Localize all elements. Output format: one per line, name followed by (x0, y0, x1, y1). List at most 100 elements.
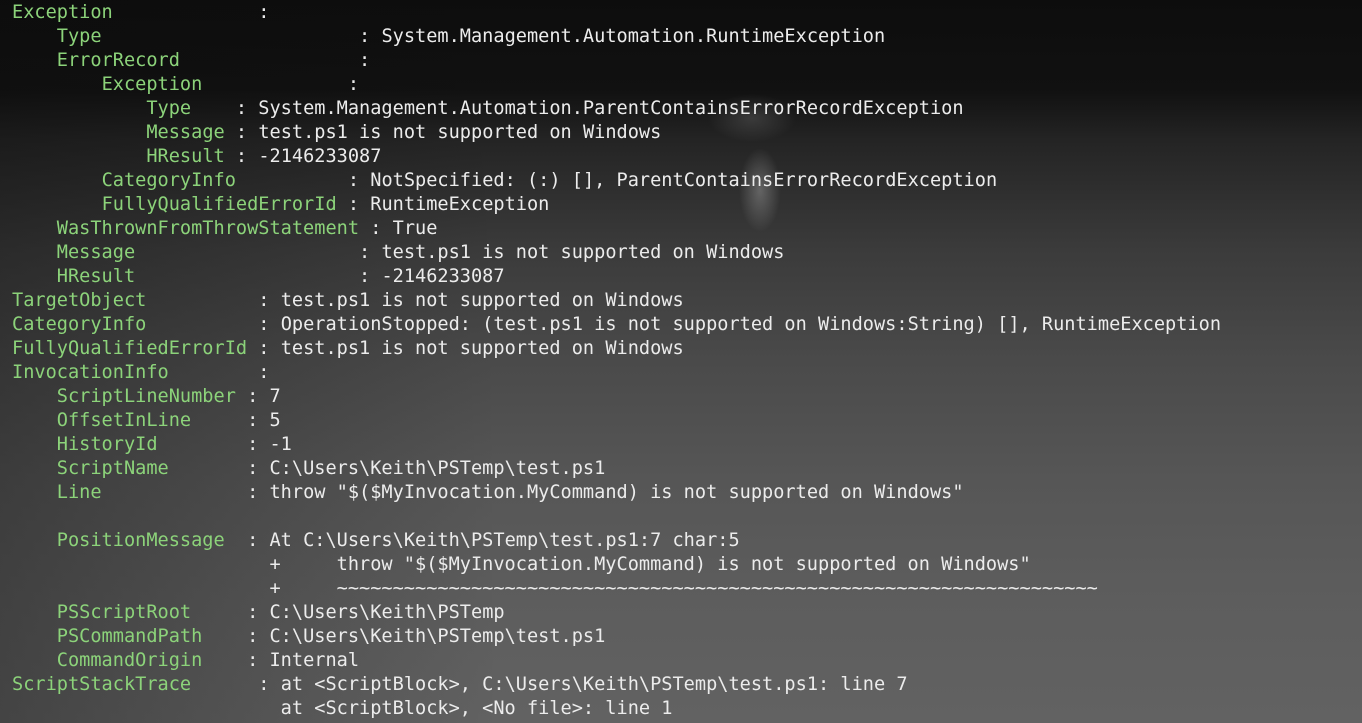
property-value: System.Management.Automation.ParentConta… (258, 98, 964, 119)
property-value: + ~~~~~~~~~~~~~~~~~~~~~~~~~~~~~~~~~~~~~~… (12, 578, 1098, 599)
property-value: 5 (269, 410, 281, 431)
property-separator: : (101, 26, 382, 47)
property-value: at <ScriptBlock>, C:\Users\Keith\PSTemp\… (280, 674, 908, 695)
property-value: test.ps1 is not supported on Windows (258, 122, 662, 143)
output-line: ErrorRecord : (12, 49, 1221, 73)
property-separator: : (146, 314, 281, 335)
property-value: RuntimeException (370, 194, 550, 215)
property-name: CategoryInfo (101, 170, 236, 191)
output-line: InvocationInfo : (12, 361, 1221, 385)
property-value: 7 (269, 386, 281, 407)
output-line: Exception : (12, 1, 1221, 25)
output-line: HistoryId : -1 (12, 433, 1221, 457)
property-separator: : (135, 266, 382, 287)
property-value: -1 (269, 434, 292, 455)
property-name: Exception (12, 2, 113, 23)
property-separator: : (101, 482, 270, 503)
property-separator: : (191, 98, 259, 119)
property-separator: : (224, 122, 259, 143)
property-value: C:\Users\Keith\PSTemp\test.ps1 (269, 626, 606, 647)
property-separator: : (191, 602, 270, 623)
property-name: CommandOrigin (56, 650, 203, 671)
terminal-window[interactable]: Exception : Type : System.Management.Aut… (0, 0, 1362, 723)
property-name: TargetObject (12, 290, 147, 311)
property-name: ErrorRecord (56, 50, 180, 71)
output-line: Type : System.Management.Automation.Pare… (12, 97, 1221, 121)
property-value: System.Management.Automation.RuntimeExce… (381, 26, 886, 47)
property-name: FullyQualifiedErrorId (12, 338, 248, 359)
output-line: CategoryInfo : OperationStopped: (test.p… (12, 313, 1221, 337)
property-value: At C:\Users\Keith\PSTemp\test.ps1:7 char… (269, 530, 740, 551)
property-separator: : (224, 146, 259, 167)
output-line: Message : test.ps1 is not supported on W… (12, 121, 1221, 145)
property-value: C:\Users\Keith\PSTemp (269, 602, 505, 623)
property-name: ScriptLineNumber (56, 386, 236, 407)
property-value: test.ps1 is not supported on Windows (381, 242, 785, 263)
property-value: + throw "$($MyInvocation.MyCommand) is n… (12, 554, 1031, 575)
property-value: NotSpecified: (:) [], ParentContainsErro… (370, 170, 998, 191)
property-name: Message (56, 242, 136, 263)
property-name: ScriptStackTrace (12, 674, 192, 695)
property-name: FullyQualifiedErrorId (101, 194, 337, 215)
output-line: + ~~~~~~~~~~~~~~~~~~~~~~~~~~~~~~~~~~~~~~… (12, 577, 1221, 601)
property-separator: : (202, 650, 270, 671)
property-separator: : (146, 290, 281, 311)
property-separator: : (224, 530, 270, 551)
property-name: Type (56, 26, 102, 47)
output-line: HResult : -2146233087 (12, 145, 1221, 169)
output-line: HResult : -2146233087 (12, 265, 1221, 289)
output-line: PositionMessage : At C:\Users\Keith\PSTe… (12, 529, 1221, 553)
property-separator: : (202, 74, 360, 95)
property-separator: : (179, 50, 382, 71)
property-value: test.ps1 is not supported on Windows (280, 290, 684, 311)
property-name: PositionMessage (56, 530, 225, 551)
output-line: FullyQualifiedErrorId : test.ps1 is not … (12, 337, 1221, 361)
property-name: Line (56, 482, 102, 503)
output-line: Message : test.ps1 is not supported on W… (12, 241, 1221, 265)
output-line: Exception : (12, 73, 1221, 97)
terminal-output: Exception : Type : System.Management.Aut… (12, 1, 1221, 721)
output-line: PSScriptRoot : C:\Users\Keith\PSTemp (12, 601, 1221, 625)
output-line: Type : System.Management.Automation.Runt… (12, 25, 1221, 49)
output-line: PSCommandPath : C:\Users\Keith\PSTemp\te… (12, 625, 1221, 649)
property-separator: : (359, 218, 393, 239)
property-name: PSCommandPath (56, 626, 203, 647)
property-separator: : (202, 626, 270, 647)
output-line: at <ScriptBlock>, <No file>: line 1 (12, 697, 1221, 721)
property-name: PSScriptRoot (56, 602, 192, 623)
property-value: throw "$($MyInvocation.MyCommand) is not… (269, 482, 964, 503)
output-line: TargetObject : test.ps1 is not supported… (12, 289, 1221, 313)
output-line: FullyQualifiedErrorId : RuntimeException (12, 193, 1221, 217)
property-separator: : (168, 362, 270, 383)
output-line: WasThrownFromThrowStatement : True (12, 217, 1221, 241)
property-separator: : (191, 410, 270, 431)
property-separator: : (336, 194, 371, 215)
output-line: CategoryInfo : NotSpecified: (:) [], Par… (12, 169, 1221, 193)
property-separator: : (112, 2, 270, 23)
output-line: ScriptStackTrace : at <ScriptBlock>, C:\… (12, 673, 1221, 697)
property-name: CategoryInfo (12, 314, 147, 335)
property-value: True (392, 218, 438, 239)
property-value: OperationStopped: (test.ps1 is not suppo… (280, 314, 1222, 335)
property-value: Internal (269, 650, 360, 671)
property-name: Message (146, 122, 225, 143)
property-separator: : (235, 386, 270, 407)
property-separator: : (157, 434, 270, 455)
property-name: OffsetInLine (56, 410, 192, 431)
property-value: -2146233087 (258, 146, 382, 167)
